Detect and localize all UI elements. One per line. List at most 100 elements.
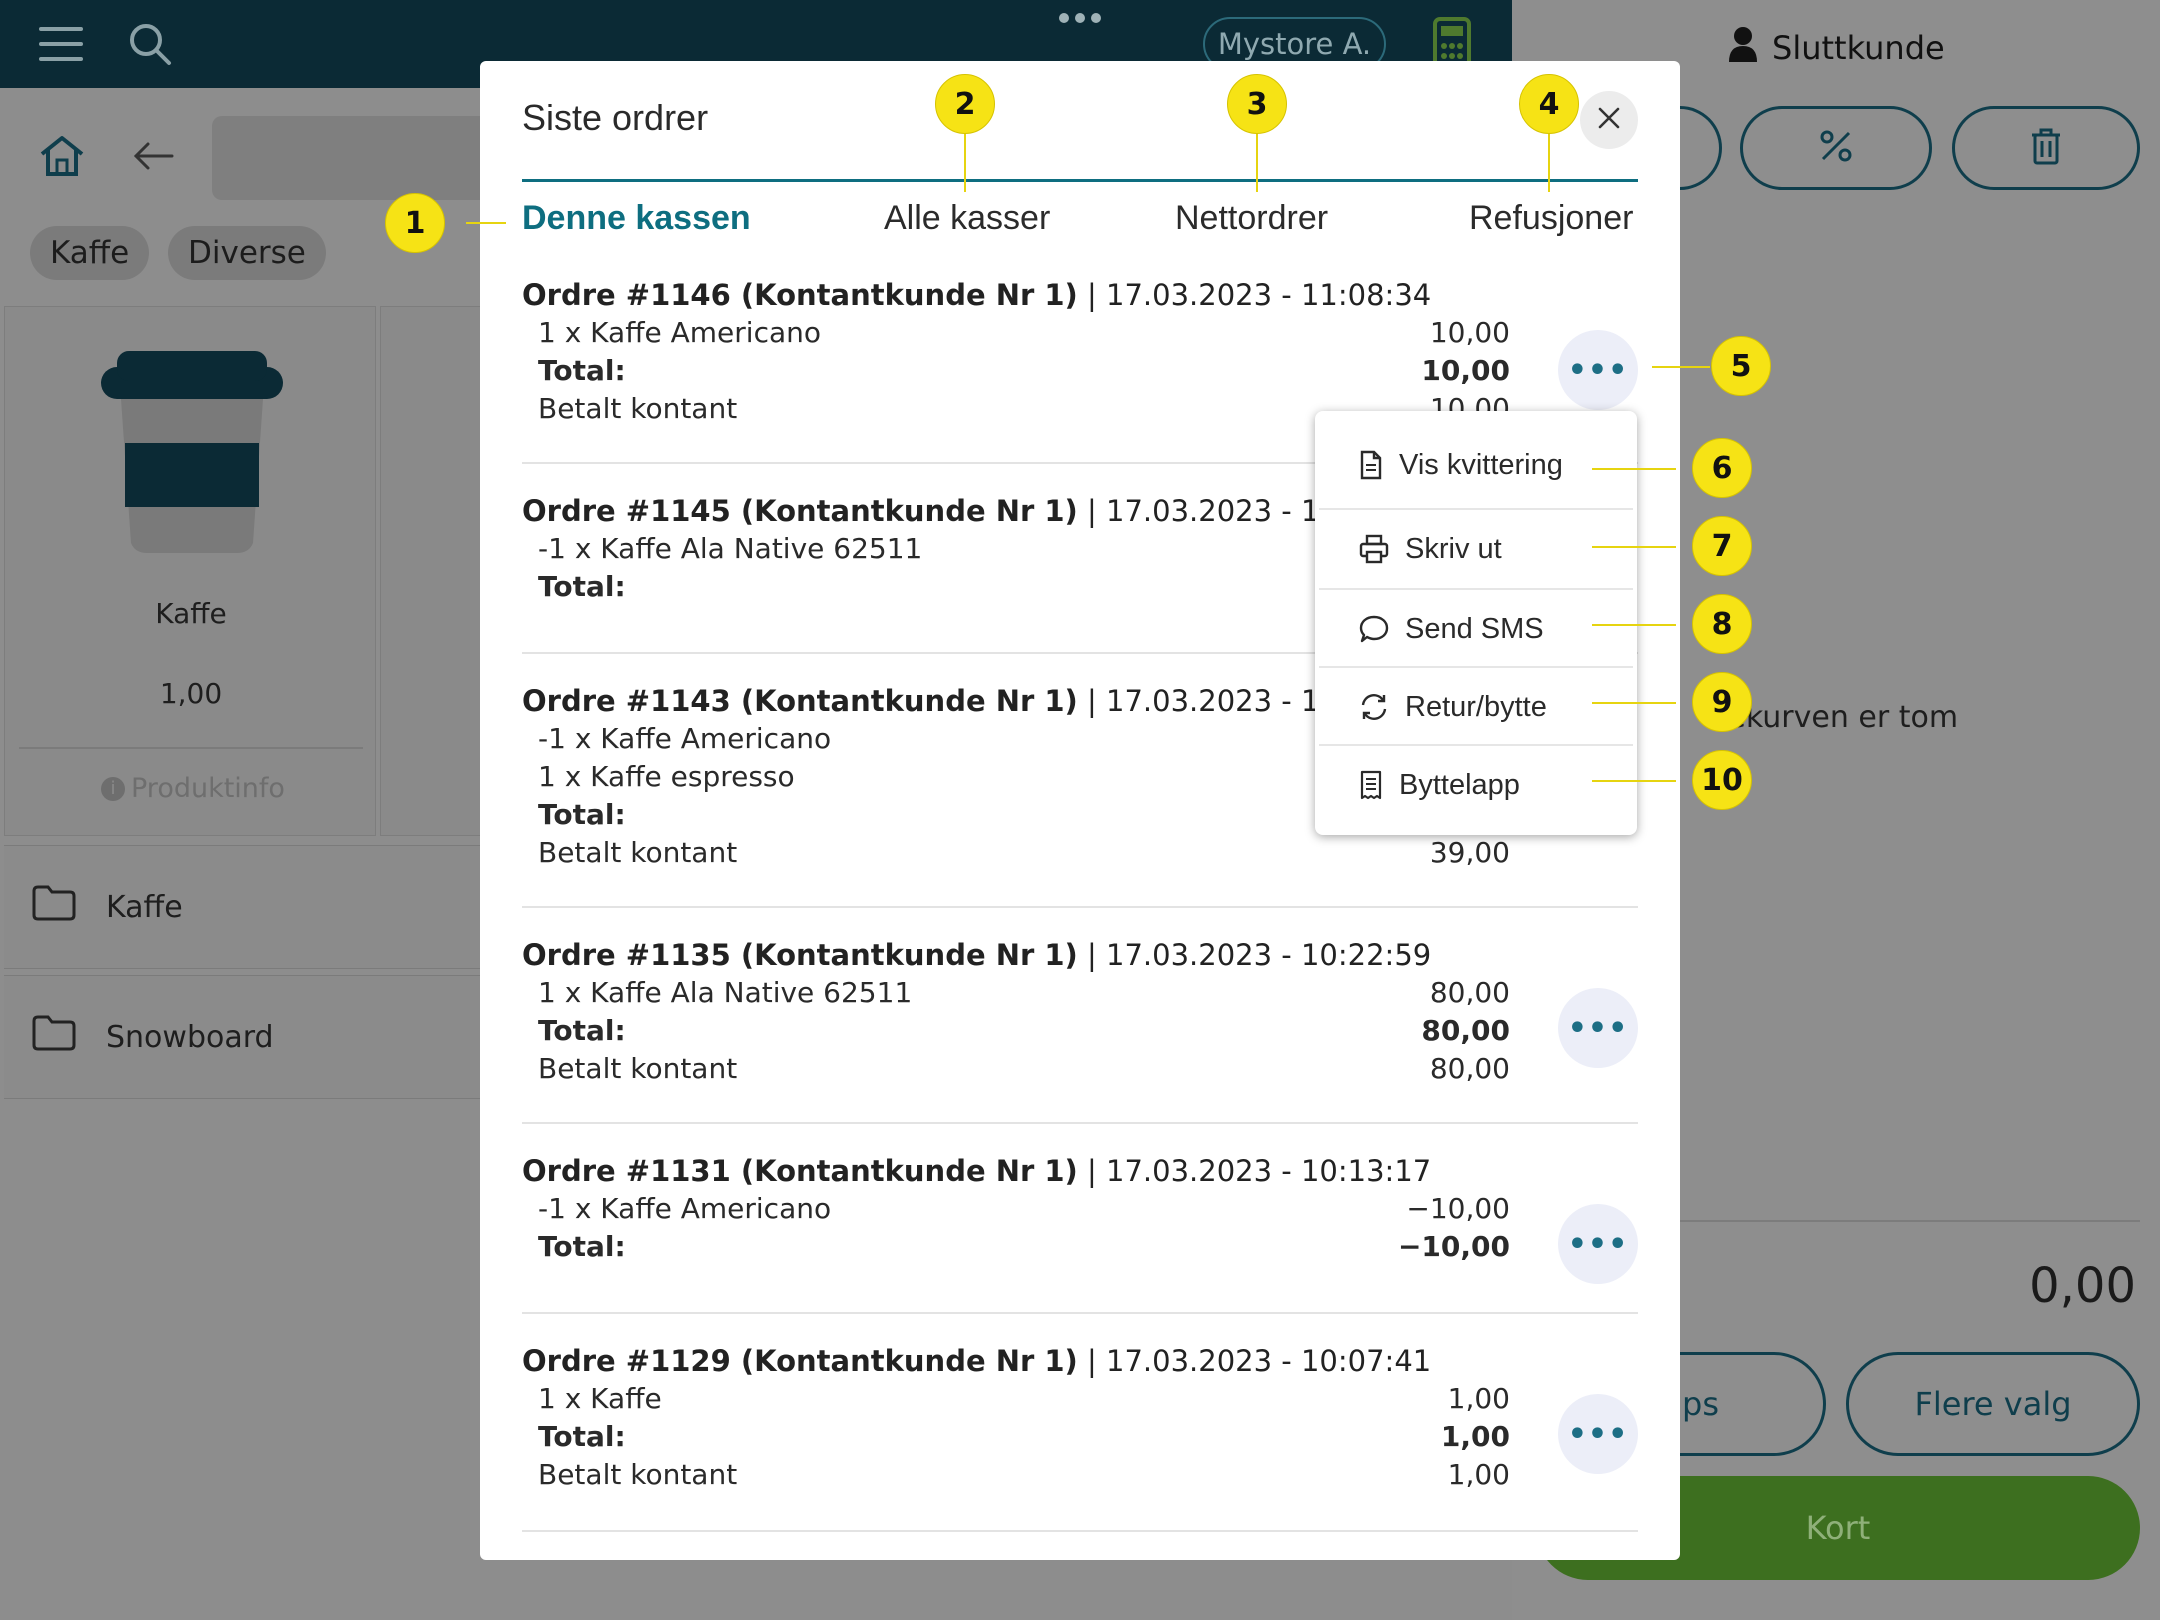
home-icon[interactable] xyxy=(38,134,86,182)
close-button[interactable] xyxy=(1580,91,1638,149)
order-payment-amount: 80,00 xyxy=(1429,1052,1510,1085)
overflow-dots-icon[interactable] xyxy=(1056,10,1104,30)
menu-item-skriv-ut[interactable]: Skriv ut xyxy=(1315,510,1637,588)
folder-label: Snowboard xyxy=(106,1019,274,1055)
order-total-amount: −10,00 xyxy=(1397,1230,1510,1263)
callout-leader xyxy=(1256,126,1258,192)
callout-badge: 5 xyxy=(1711,336,1771,396)
callout-badge: 2 xyxy=(935,74,995,134)
menu-item-retur-bytte[interactable]: Retur/bytte xyxy=(1315,668,1637,746)
order-line-amount: 10,00 xyxy=(1429,316,1510,349)
more-options-label: Flere valg xyxy=(1914,1385,2072,1423)
refresh-icon xyxy=(1359,692,1389,722)
order-more-button[interactable]: ••• xyxy=(1558,1204,1638,1284)
tips-label: ps xyxy=(1682,1385,1719,1423)
order-payment-label: Betalt kontant xyxy=(538,392,738,425)
callout-leader xyxy=(1592,624,1676,626)
order-more-button[interactable]: ••• xyxy=(1558,330,1638,410)
search-icon[interactable] xyxy=(122,16,178,72)
order-line: -1 x Kaffe Americano xyxy=(538,722,832,755)
order-line: -1 x Kaffe Ala Native 62511 xyxy=(538,532,923,565)
folder-row-kaffe[interactable]: Kaffe xyxy=(4,845,500,969)
cart-total-amount: 0,00 xyxy=(2029,1258,2136,1314)
customer-selector[interactable]: Sluttkunde xyxy=(1728,26,1945,70)
order-header: Ordre #1146 (Kontantkunde Nr 1) | 17.03.… xyxy=(522,278,1431,312)
order-header: Ordre #1145 (Kontantkunde Nr 1) | 17.03.… xyxy=(522,494,1413,528)
back-arrow-icon[interactable] xyxy=(132,140,174,176)
order-row: Ordre #1131 (Kontantkunde Nr 1) | 17.03.… xyxy=(522,1124,1638,1314)
callout-leader xyxy=(964,126,966,192)
order-line: 1 x Kaffe xyxy=(538,1382,662,1415)
order-row: Ordre #1135 (Kontantkunde Nr 1) | 17.03.… xyxy=(522,908,1638,1124)
customer-label: Sluttkunde xyxy=(1772,29,1945,67)
folder-row-snowboard[interactable]: Snowboard xyxy=(4,975,500,1099)
order-payment-amount: 1,00 xyxy=(1447,1458,1510,1491)
order-datetime: | 17.03.2023 - 10:22:59 xyxy=(1087,938,1432,972)
order-line-amount: −10,00 xyxy=(1406,1192,1510,1225)
category-chip-kaffe[interactable]: Kaffe xyxy=(30,226,150,280)
order-total-label: Total: xyxy=(538,798,626,831)
clear-cart-button[interactable] xyxy=(1952,106,2140,190)
callout-leader xyxy=(1592,702,1676,704)
callout-leader xyxy=(466,222,506,224)
order-more-button[interactable]: ••• xyxy=(1558,1394,1638,1474)
tab-nettordrer[interactable]: Nettordrer xyxy=(1175,199,1328,238)
tab-refusjoner[interactable]: Refusjoner xyxy=(1469,199,1633,238)
product-card-kaffe[interactable]: Kaffe 1,00 i Produktinfo xyxy=(4,306,376,836)
order-total-label: Total: xyxy=(538,570,626,603)
callout-leader xyxy=(1592,780,1676,782)
callout-badge: 10 xyxy=(1692,750,1752,810)
menu-item-label: Byttelapp xyxy=(1399,768,1520,801)
card-label: Kort xyxy=(1805,1509,1871,1547)
menu-item-byttelapp[interactable]: Byttelapp xyxy=(1315,746,1637,824)
product-name: Kaffe xyxy=(155,597,227,630)
order-title: Ordre #1129 (Kontantkunde Nr 1) xyxy=(522,1344,1078,1378)
order-total-label: Total: xyxy=(538,1420,626,1453)
order-title: Ordre #1143 (Kontantkunde Nr 1) xyxy=(522,684,1078,718)
order-line: -1 x Kaffe Americano xyxy=(538,1192,832,1225)
tab-denne-kassen[interactable]: Denne kassen xyxy=(522,199,751,238)
folder-icon xyxy=(32,1015,76,1059)
folder-label: Kaffe xyxy=(106,889,183,925)
product-info-link[interactable]: i Produktinfo xyxy=(101,773,285,804)
order-payment-amount: 39,00 xyxy=(1429,836,1510,869)
order-header: Ordre #1129 (Kontantkunde Nr 1) | 17.03.… xyxy=(522,1344,1431,1378)
divider xyxy=(19,747,363,749)
order-line-amount: 80,00 xyxy=(1429,976,1510,1009)
percent-icon xyxy=(1819,129,1853,167)
dialog-title: Siste ordrer xyxy=(522,97,709,138)
order-datetime: | 17.03.2023 - 10:13:17 xyxy=(1087,1154,1432,1188)
info-icon: i xyxy=(101,776,125,801)
coffee-cup-icon xyxy=(97,347,287,561)
callout-badge: 6 xyxy=(1692,438,1752,498)
menu-item-send-sms[interactable]: Send SMS xyxy=(1315,590,1637,668)
category-chip-diverse[interactable]: Diverse xyxy=(168,226,326,280)
tab-alle-kasser[interactable]: Alle kasser xyxy=(884,199,1050,238)
order-title: Ordre #1135 (Kontantkunde Nr 1) xyxy=(522,938,1078,972)
user-icon xyxy=(1728,26,1758,70)
menu-item-label: Send SMS xyxy=(1405,612,1544,645)
discount-button[interactable] xyxy=(1740,106,1932,190)
order-total-label: Total: xyxy=(538,1014,626,1047)
chat-bubble-icon xyxy=(1359,614,1389,644)
more-options-button[interactable]: Flere valg xyxy=(1846,1352,2140,1456)
order-title: Ordre #1145 (Kontantkunde Nr 1) xyxy=(522,494,1078,528)
printer-icon xyxy=(1359,534,1389,564)
order-total-label: Total: xyxy=(538,1230,626,1263)
hamburger-menu-icon[interactable] xyxy=(33,16,89,72)
order-payment-label: Betalt kontant xyxy=(538,836,738,869)
order-header: Ordre #1135 (Kontantkunde Nr 1) | 17.03.… xyxy=(522,938,1431,972)
menu-item-label: Vis kvittering xyxy=(1399,448,1563,481)
order-more-button[interactable]: ••• xyxy=(1558,988,1638,1068)
product-info-label: Produktinfo xyxy=(131,773,285,804)
menu-item-label: Retur/bytte xyxy=(1405,690,1547,723)
order-datetime: | 17.03.2023 - 11:08:34 xyxy=(1087,278,1432,312)
menu-item-label: Skriv ut xyxy=(1405,532,1502,565)
tab-underline xyxy=(522,179,1638,182)
trash-icon xyxy=(2030,127,2062,169)
product-price: 1,00 xyxy=(159,677,223,710)
menu-item-vis-kvittering[interactable]: Vis kvittering xyxy=(1315,426,1637,504)
order-total-amount: 10,00 xyxy=(1421,354,1510,387)
search-field[interactable] xyxy=(212,116,502,200)
close-icon xyxy=(1598,107,1620,133)
